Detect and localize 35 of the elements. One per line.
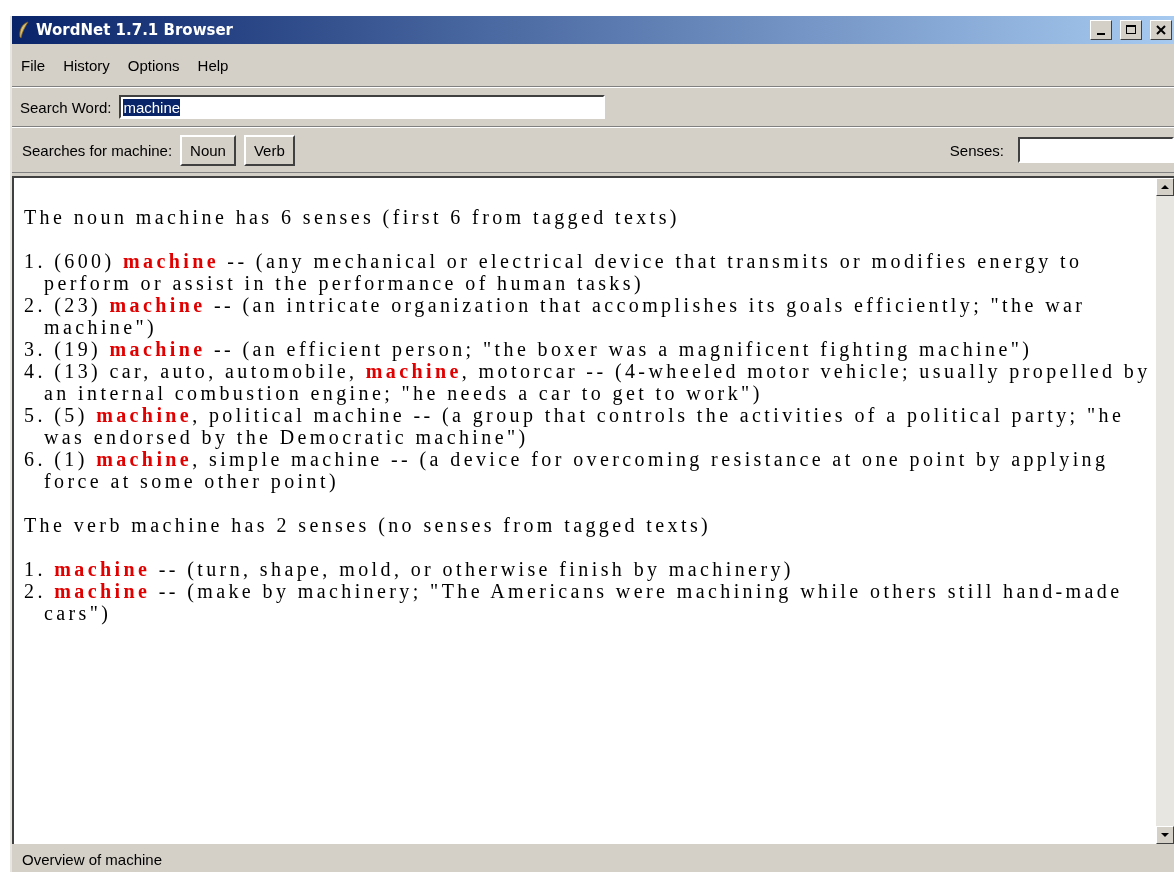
- sense-entry: 1. machine -- (turn, shape, mold, or otherwise finish by machinery): [24, 558, 795, 580]
- menu-item[interactable]: File: [14, 54, 53, 76]
- search-type-button[interactable]: Verb: [243, 134, 295, 166]
- sense-entry: 3. (19) machine -- (an efficient person; "the boxer was a magnificent fighting machine"): [24, 338, 1034, 360]
- close-icon: [1155, 24, 1167, 36]
- sense-entry: 4. (13) car, auto, automobile, machine, motorcar -- (4-wheeled motor vehicle; usually propelled by an internal combustion engine; "he needs a car to get to work"): [24, 360, 1152, 404]
- searches-label: Searches for machine:: [22, 141, 173, 159]
- maximize-button[interactable]: [1120, 20, 1142, 40]
- up-arrow-icon: [1161, 185, 1169, 189]
- scroll-up-button[interactable]: [1156, 178, 1174, 196]
- search-field[interactable]: machine: [119, 95, 606, 119]
- menu-item[interactable]: Options: [120, 54, 187, 76]
- window-title: WordNet 1.7.1 Browser: [36, 21, 234, 39]
- close-button[interactable]: [1150, 20, 1172, 40]
- summary-text: The verb machine has 2 senses (no senses from tagged texts): [24, 514, 713, 536]
- scrollbar[interactable]: [1156, 178, 1174, 844]
- sense-entry: 6. (1) machine, simple machine -- (a device for overcoming resistance at one point by applying force at some other point): [24, 448, 1110, 492]
- down-arrow-icon: [1161, 833, 1169, 837]
- senses-label: Senses:: [949, 141, 1004, 159]
- sense-entry: 1. (600) machine -- (any mechanical or electrical device that transmits or modifies energy to perform or assist in the performance of human tasks): [24, 250, 1084, 294]
- senses-field[interactable]: [1018, 137, 1174, 163]
- feather-icon: [18, 21, 30, 39]
- minimize-button[interactable]: [1090, 20, 1112, 40]
- sense-entry: 2. (23) machine -- (an intricate organization that accomplishes its goals efficiently; "the war machine"): [24, 294, 1087, 338]
- search-type-button[interactable]: Noun: [180, 134, 236, 166]
- menu-item[interactable]: History: [56, 54, 117, 76]
- sense-entry: 5. (5) machine, political machine -- (a group that controls the activities of a political party; "he was endorsed by the Democratic machine"): [24, 404, 1126, 448]
- search-label: Search Word:: [20, 98, 112, 116]
- status-text: Overview of machine: [22, 850, 163, 868]
- minimize-icon: [1097, 33, 1105, 35]
- menu-item[interactable]: Help: [190, 54, 236, 76]
- summary-text: The noun machine has 6 senses (first 6 from tagged texts): [24, 206, 681, 228]
- sense-entry: 2. machine -- (make by machinery; "The Americans were machining while others still hand-made cars"): [24, 580, 1124, 624]
- scroll-down-button[interactable]: [1156, 826, 1174, 844]
- maximize-icon: [1125, 24, 1137, 36]
